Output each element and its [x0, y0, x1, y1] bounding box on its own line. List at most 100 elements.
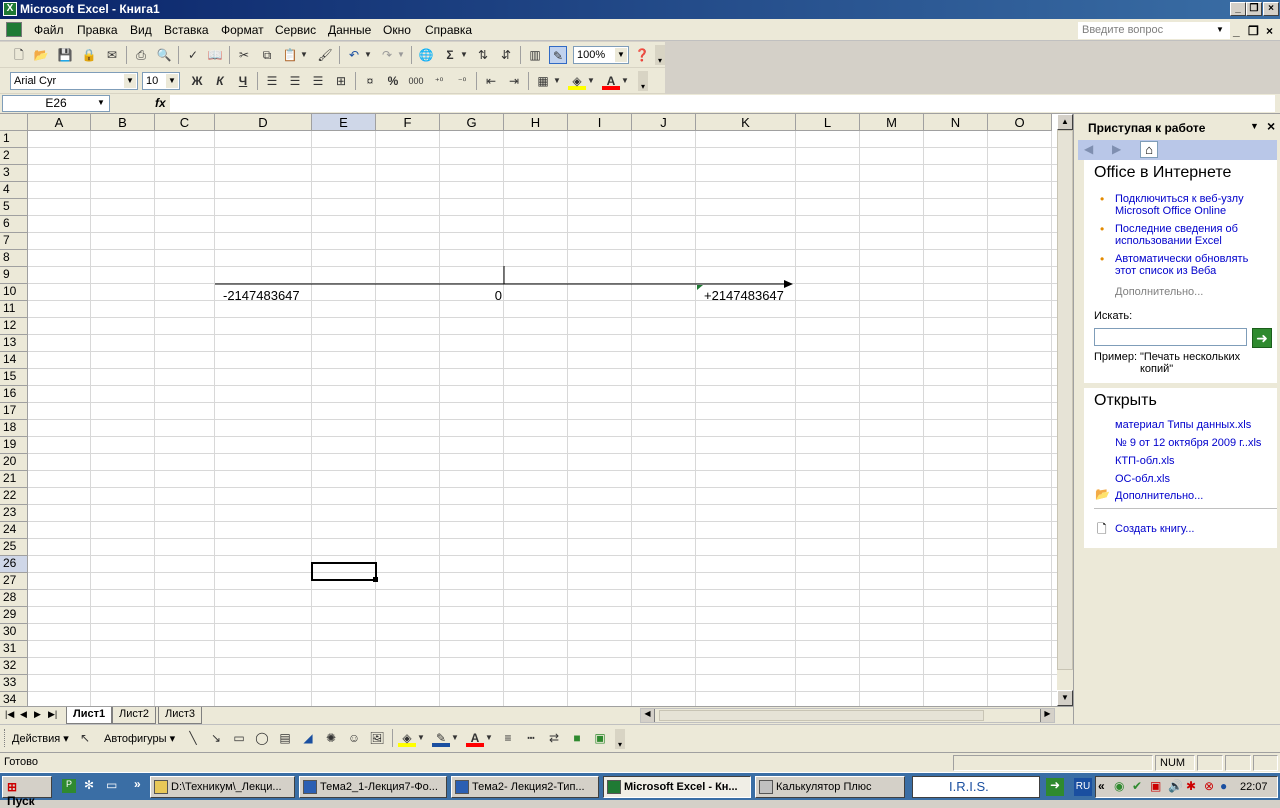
paste-icon[interactable]: 📋 — [281, 46, 299, 64]
name-box[interactable]: E26 — [2, 95, 110, 112]
mdi-close-icon[interactable]: × — [1266, 24, 1273, 38]
arrow-icon[interactable]: ↘ — [207, 729, 225, 747]
textbox-icon[interactable]: ▤ — [276, 729, 294, 747]
sort-ascending-icon[interactable]: ⇅ — [474, 46, 492, 64]
menu-view[interactable]: Вид — [130, 23, 152, 37]
font-name-select[interactable]: Arial Cyr ▼ — [10, 72, 138, 90]
link-create-workbook[interactable]: Создать книгу... — [1115, 523, 1194, 535]
zoom-select[interactable]: 100% ▼ — [573, 46, 629, 64]
number-line-drawing[interactable] — [0, 114, 1057, 706]
mdi-minimize-icon[interactable]: _ — [1233, 24, 1240, 38]
quicklaunch-project-icon[interactable]: P — [62, 779, 76, 793]
taskbar-button-explorer[interactable]: D:\Техникум\_Лекци... — [150, 776, 295, 798]
task-pane-close-icon[interactable]: × — [1267, 118, 1275, 134]
spelling-icon[interactable]: ✓ — [184, 46, 202, 64]
redo-dropdown-icon[interactable]: ▼ — [396, 46, 406, 64]
scroll-right-icon[interactable]: ▶ — [1040, 709, 1054, 722]
align-right-icon[interactable]: ☰ — [309, 72, 327, 90]
last-sheet-icon[interactable]: ▶| — [48, 709, 57, 720]
search-go-icon[interactable]: ➜ — [1252, 328, 1272, 348]
task-pane-menu-icon[interactable]: ▼ — [1250, 121, 1259, 131]
quicklaunch-tool-icon[interactable]: ✻ — [84, 778, 94, 792]
increase-indent-icon[interactable]: ⇥ — [505, 72, 523, 90]
prev-sheet-icon[interactable]: ◀ — [20, 709, 27, 720]
oval-icon[interactable]: ◯ — [253, 729, 271, 747]
forward-icon[interactable]: ▶ — [1112, 142, 1121, 156]
borders-dropdown-icon[interactable]: ▼ — [552, 72, 562, 90]
cut-icon[interactable]: ✂ — [235, 46, 253, 64]
align-center-icon[interactable]: ☰ — [286, 72, 304, 90]
line-color-icon[interactable]: ✎ — [432, 729, 450, 747]
help-dropdown-icon[interactable]: ▼ — [1216, 25, 1224, 34]
paste-dropdown-icon[interactable]: ▼ — [299, 46, 309, 64]
dash-style-icon[interactable]: ┅ — [522, 729, 540, 747]
clipart-icon[interactable]: ☺ — [345, 729, 363, 747]
tray-expand-icon[interactable]: « — [1098, 779, 1105, 793]
vertical-scroll-thumb[interactable] — [1057, 130, 1073, 670]
3d-style-icon[interactable]: ▣ — [591, 729, 609, 747]
new-document-icon[interactable]: 🗋 — [10, 46, 28, 64]
recent-file-4[interactable]: ОС-обл.xls — [1115, 473, 1170, 485]
borders-icon[interactable]: ▦ — [534, 72, 552, 90]
line-icon[interactable]: ╲ — [184, 729, 202, 747]
spreadsheet-grid[interactable]: ABCDEFGHIJKLMNO 1 2 3 4 5 6 7 8 9 10 11 12 13 14 15 16 1… — [0, 114, 1057, 706]
cell-g10[interactable]: 0 — [470, 288, 502, 303]
link-more-online[interactable]: Дополнительно... — [1115, 286, 1203, 298]
open-folder-icon[interactable]: 📂 — [32, 46, 50, 64]
start-button[interactable]: ⊞ Пуск — [2, 776, 52, 808]
toolbar-options-icon[interactable]: ▾ — [655, 45, 665, 65]
percent-button[interactable]: % — [384, 72, 402, 90]
menu-file[interactable]: Файл — [34, 23, 64, 37]
help-icon[interactable]: ❓ — [633, 46, 651, 64]
next-sheet-icon[interactable]: ▶ — [34, 709, 41, 720]
vertical-scrollbar[interactable]: ▲ ▼ — [1057, 114, 1073, 706]
undo-dropdown-icon[interactable]: ▼ — [363, 46, 373, 64]
align-left-icon[interactable]: ☰ — [263, 72, 281, 90]
select-objects-icon[interactable]: ↖ — [76, 729, 94, 747]
decrease-decimal-icon[interactable]: ⁻⁰ — [453, 72, 471, 90]
menu-format[interactable]: Формат — [221, 23, 264, 37]
restore-button[interactable]: ❐ — [1246, 2, 1262, 16]
menu-window[interactable]: Окно — [383, 23, 411, 37]
tray-check-icon[interactable]: ✔ — [1132, 779, 1142, 793]
chart-wizard-icon[interactable]: ▥ — [526, 46, 544, 64]
zoom-dropdown-icon[interactable]: ▼ — [615, 48, 627, 62]
minimize-button[interactable]: _ — [1230, 2, 1246, 16]
sheet-tab-2[interactable]: Лист2 — [112, 707, 157, 724]
toolbar-options-icon[interactable]: ▾ — [638, 71, 648, 91]
cell-k10[interactable]: +2147483647 — [704, 288, 784, 303]
recent-file-1[interactable]: материал Типы данных.xls — [1115, 419, 1251, 431]
workbook-icon[interactable] — [6, 22, 22, 37]
quicklaunch-window-icon[interactable]: ▭ — [106, 778, 117, 792]
menu-tools[interactable]: Сервис — [275, 23, 316, 37]
iris-go-icon[interactable]: ➜ — [1046, 778, 1064, 796]
tray-volume-icon[interactable]: 🔊 — [1168, 779, 1183, 793]
iris-toolbar[interactable]: I.R.I.S. — [912, 776, 1040, 798]
horizontal-scrollbar[interactable]: ◀ ▶ — [640, 708, 1055, 723]
first-sheet-icon[interactable]: |◀ — [5, 709, 14, 720]
link-office-online[interactable]: Подключиться к веб-узлу Microsoft Office… — [1115, 193, 1265, 217]
autoshapes-menu[interactable]: Автофигуры ▾ — [104, 732, 175, 745]
menu-help[interactable]: Справка — [425, 23, 472, 37]
email-icon[interactable]: ✉ — [103, 46, 121, 64]
underline-button[interactable]: Ч — [234, 72, 252, 90]
line-color-dropdown-icon[interactable]: ▼ — [450, 729, 460, 747]
quicklaunch-more-icon[interactable]: » — [134, 777, 141, 791]
scroll-left-icon[interactable]: ◀ — [641, 709, 655, 722]
tray-network-icon[interactable]: ▣ — [1150, 779, 1161, 793]
arrow-style-icon[interactable]: ⇄ — [545, 729, 563, 747]
font-color-icon[interactable]: A — [602, 72, 620, 90]
draw-fill-dropdown-icon[interactable]: ▼ — [416, 729, 426, 747]
draw-font-color-dropdown-icon[interactable]: ▼ — [484, 729, 494, 747]
language-indicator[interactable]: RU — [1074, 778, 1092, 796]
print-preview-icon[interactable]: 🔍 — [155, 46, 173, 64]
draw-actions-menu[interactable]: Действия ▾ — [12, 732, 69, 745]
search-input[interactable] — [1094, 328, 1247, 346]
undo-icon[interactable]: ↶ — [345, 46, 363, 64]
rectangle-icon[interactable]: ▭ — [230, 729, 248, 747]
increase-decimal-icon[interactable]: ⁺⁰ — [430, 72, 448, 90]
toolbar-options-icon[interactable]: ▾ — [615, 729, 625, 749]
recent-file-3[interactable]: КТП-обл.xls — [1115, 455, 1175, 467]
link-auto-update[interactable]: Автоматически обновлять этот список из В… — [1115, 253, 1265, 277]
redo-icon[interactable]: ↷ — [378, 46, 396, 64]
